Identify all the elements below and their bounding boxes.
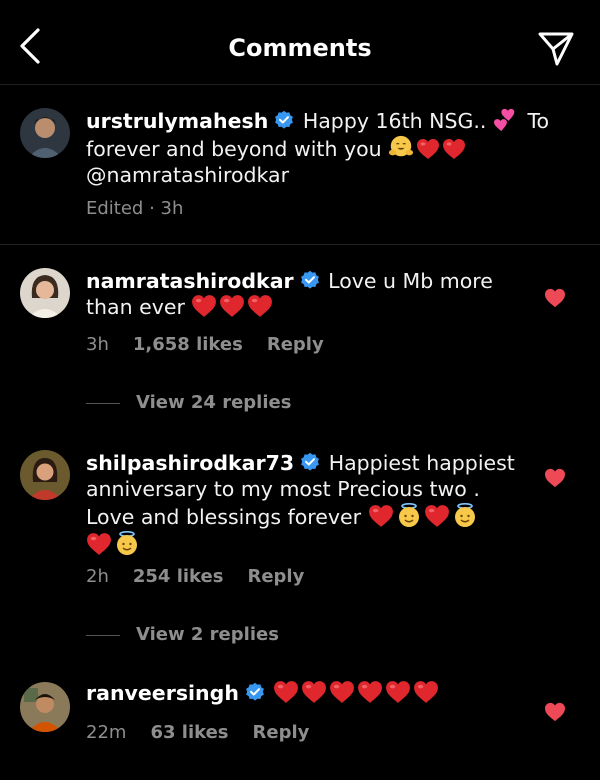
verified-badge-icon — [245, 682, 265, 702]
caption-line1: Happy 16th NSG.. — [302, 109, 487, 133]
red-heart-emoji-icon — [413, 680, 439, 704]
caption-text: urstrulymahesh Happy 16th NSG.. To forev… — [86, 108, 566, 188]
comment-text: shilpashirodkar73 Happiest happiest anni… — [86, 450, 546, 558]
caption-time: 3h — [160, 198, 184, 219]
angel-emoji-icon — [114, 530, 140, 556]
red-heart-emoji-icon — [191, 294, 217, 318]
red-heart-emoji-icon — [442, 138, 466, 160]
view-replies-label: View 2 replies — [136, 624, 279, 645]
comment-username[interactable]: shilpashirodkar73 — [86, 451, 294, 475]
caption-meta: Edited · 3h — [86, 198, 184, 219]
avatar-photo — [20, 268, 70, 318]
red-heart-emoji-icon — [385, 680, 411, 704]
comment-username[interactable]: namratashirodkar — [86, 269, 294, 293]
comment-likes[interactable]: 254 likes — [133, 566, 224, 587]
view-replies-button[interactable]: View 2 replies — [86, 624, 279, 645]
avatar-photo — [20, 682, 70, 732]
comment-line2: than ever — [86, 295, 185, 319]
verified-badge-icon — [300, 452, 320, 472]
reply-button[interactable]: Reply — [267, 334, 324, 355]
verified-badge-icon — [300, 270, 320, 290]
hugging-face-emoji-icon — [388, 134, 414, 160]
red-heart-emoji-icon — [368, 504, 394, 528]
red-heart-emoji-icon — [273, 680, 299, 704]
comment-likes[interactable]: 1,658 likes — [133, 334, 243, 355]
post-caption: urstrulymahesh Happy 16th NSG.. To forev… — [0, 84, 600, 245]
caption-username[interactable]: urstrulymahesh — [86, 109, 268, 133]
comment-text: namratashirodkar Love u Mb more than eve… — [86, 268, 526, 320]
divider-line — [86, 402, 120, 404]
comment-time: 22m — [86, 722, 127, 743]
avatar-photo — [20, 108, 70, 158]
red-heart-emoji-icon — [86, 532, 112, 556]
divider-line — [86, 634, 120, 636]
red-heart-emoji-icon — [424, 504, 450, 528]
reply-button[interactable]: Reply — [253, 722, 310, 743]
angel-emoji-icon — [452, 502, 478, 528]
avatar[interactable] — [20, 682, 70, 732]
red-heart-emoji-icon — [416, 138, 440, 160]
caption-mention[interactable]: @namratashirodkar — [86, 163, 289, 187]
like-heart-icon[interactable] — [544, 702, 566, 722]
red-heart-emoji-icon — [357, 680, 383, 704]
angel-emoji-icon — [396, 502, 422, 528]
like-heart-icon[interactable] — [544, 288, 566, 308]
comment-time: 2h — [86, 566, 109, 587]
like-heart-icon[interactable] — [544, 468, 566, 488]
caption-line1-end: To — [527, 109, 550, 133]
comment-likes[interactable]: 63 likes — [150, 722, 228, 743]
edited-label: Edited — [86, 198, 144, 219]
avatar[interactable] — [20, 108, 70, 158]
comment-line3: Love and blessings forever — [86, 505, 362, 529]
share-button[interactable] — [536, 28, 576, 68]
red-heart-emoji-icon — [329, 680, 355, 704]
avatar[interactable] — [20, 268, 70, 318]
reply-button[interactable]: Reply — [247, 566, 304, 587]
avatar[interactable] — [20, 450, 70, 500]
red-heart-emoji-icon — [301, 680, 327, 704]
header: Comments — [0, 0, 600, 85]
two-hearts-emoji-icon — [493, 108, 519, 132]
red-heart-emoji-icon — [247, 294, 273, 318]
verified-badge-icon — [274, 110, 294, 130]
comment-text: ranveersingh — [86, 680, 526, 706]
avatar-photo — [20, 450, 70, 500]
view-replies-button[interactable]: View 24 replies — [86, 392, 291, 413]
comment-time: 3h — [86, 334, 109, 355]
comment-line1: Happiest happiest — [328, 451, 515, 475]
comment-meta: 22m 63 likes Reply — [86, 722, 333, 743]
view-replies-label: View 24 replies — [136, 392, 292, 413]
red-heart-emoji-icon — [219, 294, 245, 318]
paper-plane-icon — [538, 32, 574, 66]
comment-line1: Love u Mb more — [328, 269, 493, 293]
caption-line2: forever and beyond with you — [86, 137, 382, 161]
comment-meta: 2h 254 likes Reply — [86, 566, 328, 587]
comment-meta: 3h 1,658 likes Reply — [86, 334, 348, 355]
comment-username[interactable]: ranveersingh — [86, 681, 239, 705]
page-title: Comments — [228, 34, 372, 62]
comment-line2: anniversary to my most Precious two . — [86, 477, 480, 501]
